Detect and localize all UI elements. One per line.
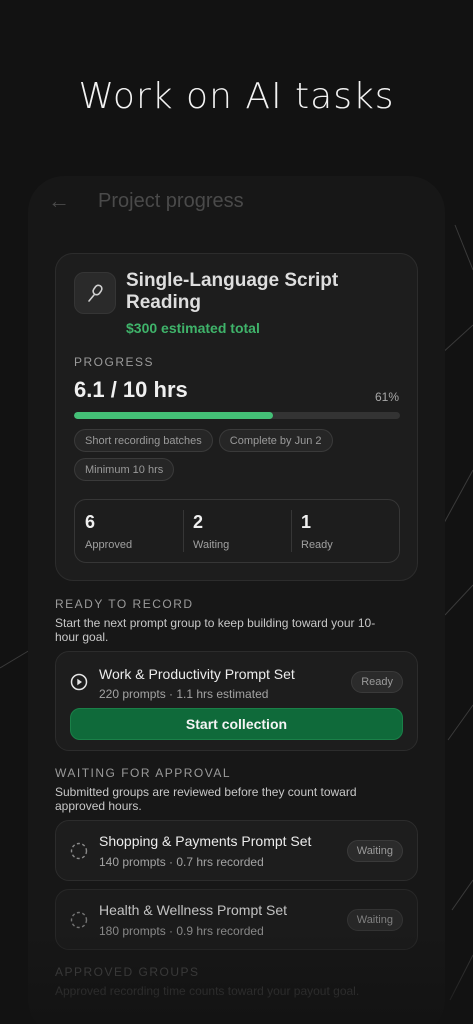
project-title: Single-Language Script Reading [126,270,339,313]
page-title: Project progress [98,189,244,212]
phone-screen: ← Project progress Single-Language Scrip… [28,176,445,1024]
page-headline: Work on AI tasks [78,76,395,117]
waiting-section-title: WAITING FOR APPROVAL [55,766,232,780]
progress-bar [74,412,400,419]
approved-section-title: APPROVED GROUPS [55,965,200,979]
task-name: Shopping & Payments Prompt Set [99,833,312,849]
play-circle-icon[interactable] [70,673,88,691]
status-badge: Waiting [346,840,403,862]
task-meta: 220 prompts · 1.1 hrs estimated [99,687,269,701]
estimated-total: $300 estimated total [126,320,260,336]
waiting-section-description: Submitted groups are reviewed before the… [55,785,357,813]
pending-circle-icon [70,911,88,929]
progress-label: PROGRESS [74,355,155,369]
microphone-icon [74,272,116,314]
stats-panel: 6 Approved 2 Waiting 1 Ready [74,499,400,563]
project-chips: Short recording batches Complete by Jun … [74,429,404,481]
stat-label: Waiting [193,539,230,551]
stat-label: Approved [85,539,133,551]
progress-value: 6.1 / 10 hrs [74,377,188,402]
waiting-task-card[interactable]: Health & Wellness Prompt Set 180 prompts… [55,889,418,950]
stat-approved: 6 Approved [75,500,183,562]
waiting-task-card[interactable]: Shopping & Payments Prompt Set 140 promp… [55,820,418,881]
stat-label: Ready [301,539,333,551]
approved-section-description: Approved recording time counts toward yo… [55,984,360,998]
chip-minimum: Minimum 10 hrs [74,458,175,481]
stat-ready: 1 Ready [291,500,399,562]
stat-value: 1 [301,512,312,532]
stat-value: 6 [85,512,96,532]
arrow-left-icon[interactable]: ← [48,188,70,214]
status-badge: Waiting [346,909,403,931]
status-badge: Ready [351,671,403,693]
task-meta: 180 prompts · 0.9 hrs recorded [99,924,264,938]
task-name: Work & Productivity Prompt Set [99,666,295,682]
ready-section-description: Start the next prompt group to keep buil… [55,616,376,644]
progress-percent: 61% [374,390,399,404]
task-meta: 140 prompts · 0.7 hrs recorded [99,855,264,869]
ready-section-title: READY TO RECORD [55,597,194,611]
task-name: Health & Wellness Prompt Set [99,902,288,918]
app-header: ← Project progress [48,188,244,214]
progress-bar-fill [74,412,273,419]
project-card: Single-Language Script Reading $300 esti… [55,253,418,581]
chip-deadline: Complete by Jun 2 [218,429,333,452]
stat-waiting: 2 Waiting [183,500,291,562]
start-collection-button[interactable]: Start collection [70,708,403,740]
stat-value: 2 [193,512,204,532]
chip-batches: Short recording batches [74,429,213,452]
ready-task-card: Work & Productivity Prompt Set 220 promp… [55,651,418,751]
pending-circle-icon [70,842,88,860]
